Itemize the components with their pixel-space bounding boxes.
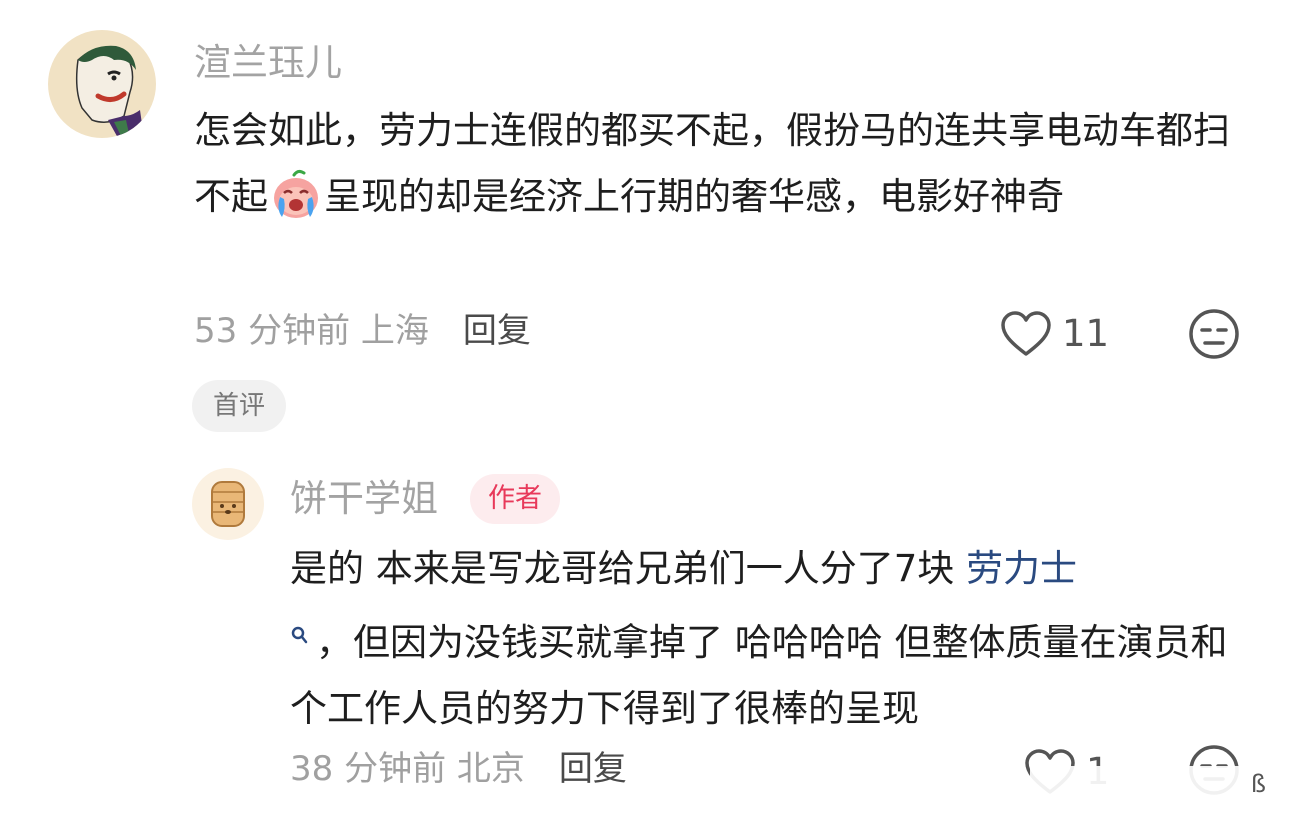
reply-location: 北京 <box>456 749 525 789</box>
comment-text-part: 呈现的却是经济上行期的奢华感，电影好神奇 <box>324 175 1064 218</box>
avatar[interactable] <box>192 468 264 540</box>
heart-icon <box>1001 311 1051 356</box>
reply-meta: 38 分钟前 北京 回复 <box>290 744 627 794</box>
reply-text-part: 是的 本来是写龙哥给兄弟们一人分了7块 <box>290 547 967 590</box>
author-badge: 作者 <box>470 474 560 524</box>
comment-location: 上海 <box>360 311 429 351</box>
comment-time: 53 分钟前 <box>194 311 351 351</box>
search-icon <box>290 602 308 644</box>
watermark-glyph: ß <box>1250 770 1266 798</box>
reply-time: 38 分钟前 <box>290 749 447 789</box>
reply-button[interactable]: 回复 <box>463 311 531 351</box>
comment-text: 怎会如此，劳力士连假的都买不起，假扮马的连共享电动车都扫不起 呈现的却是经济上行… <box>194 98 1254 230</box>
unamused-face-icon <box>1189 309 1239 359</box>
like-count: 11 <box>1062 312 1110 355</box>
first-comment-badge: 首评 <box>192 380 287 432</box>
avatar[interactable] <box>48 30 156 138</box>
username[interactable]: 渲兰珏儿 <box>194 38 342 88</box>
reply-text: 是的 本来是写龙哥给兄弟们一人分了7块 劳力士 ，但因为没钱买就拿掉了 哈哈哈哈… <box>290 536 1260 742</box>
topic-link[interactable]: 劳力士 <box>966 547 1077 590</box>
like-button[interactable]: 11 <box>1000 306 1109 362</box>
crying-face-emoji-icon <box>270 169 322 221</box>
joker-avatar-icon <box>75 45 144 138</box>
reply-username[interactable]: 饼干学姐 <box>290 474 438 524</box>
watermark: ß <box>1030 766 1276 808</box>
comment-meta: 53 分钟前 上海 回复 <box>194 306 531 356</box>
reply-button[interactable]: 回复 <box>559 749 627 789</box>
reply-text-part: ，但因为没钱买就拿掉了 哈哈哈哈 但整体质量在演员和个工作人员的努力下得到了很棒… <box>290 621 1228 730</box>
dislike-button[interactable] <box>1188 308 1240 360</box>
biscuit-avatar-icon <box>211 481 245 527</box>
